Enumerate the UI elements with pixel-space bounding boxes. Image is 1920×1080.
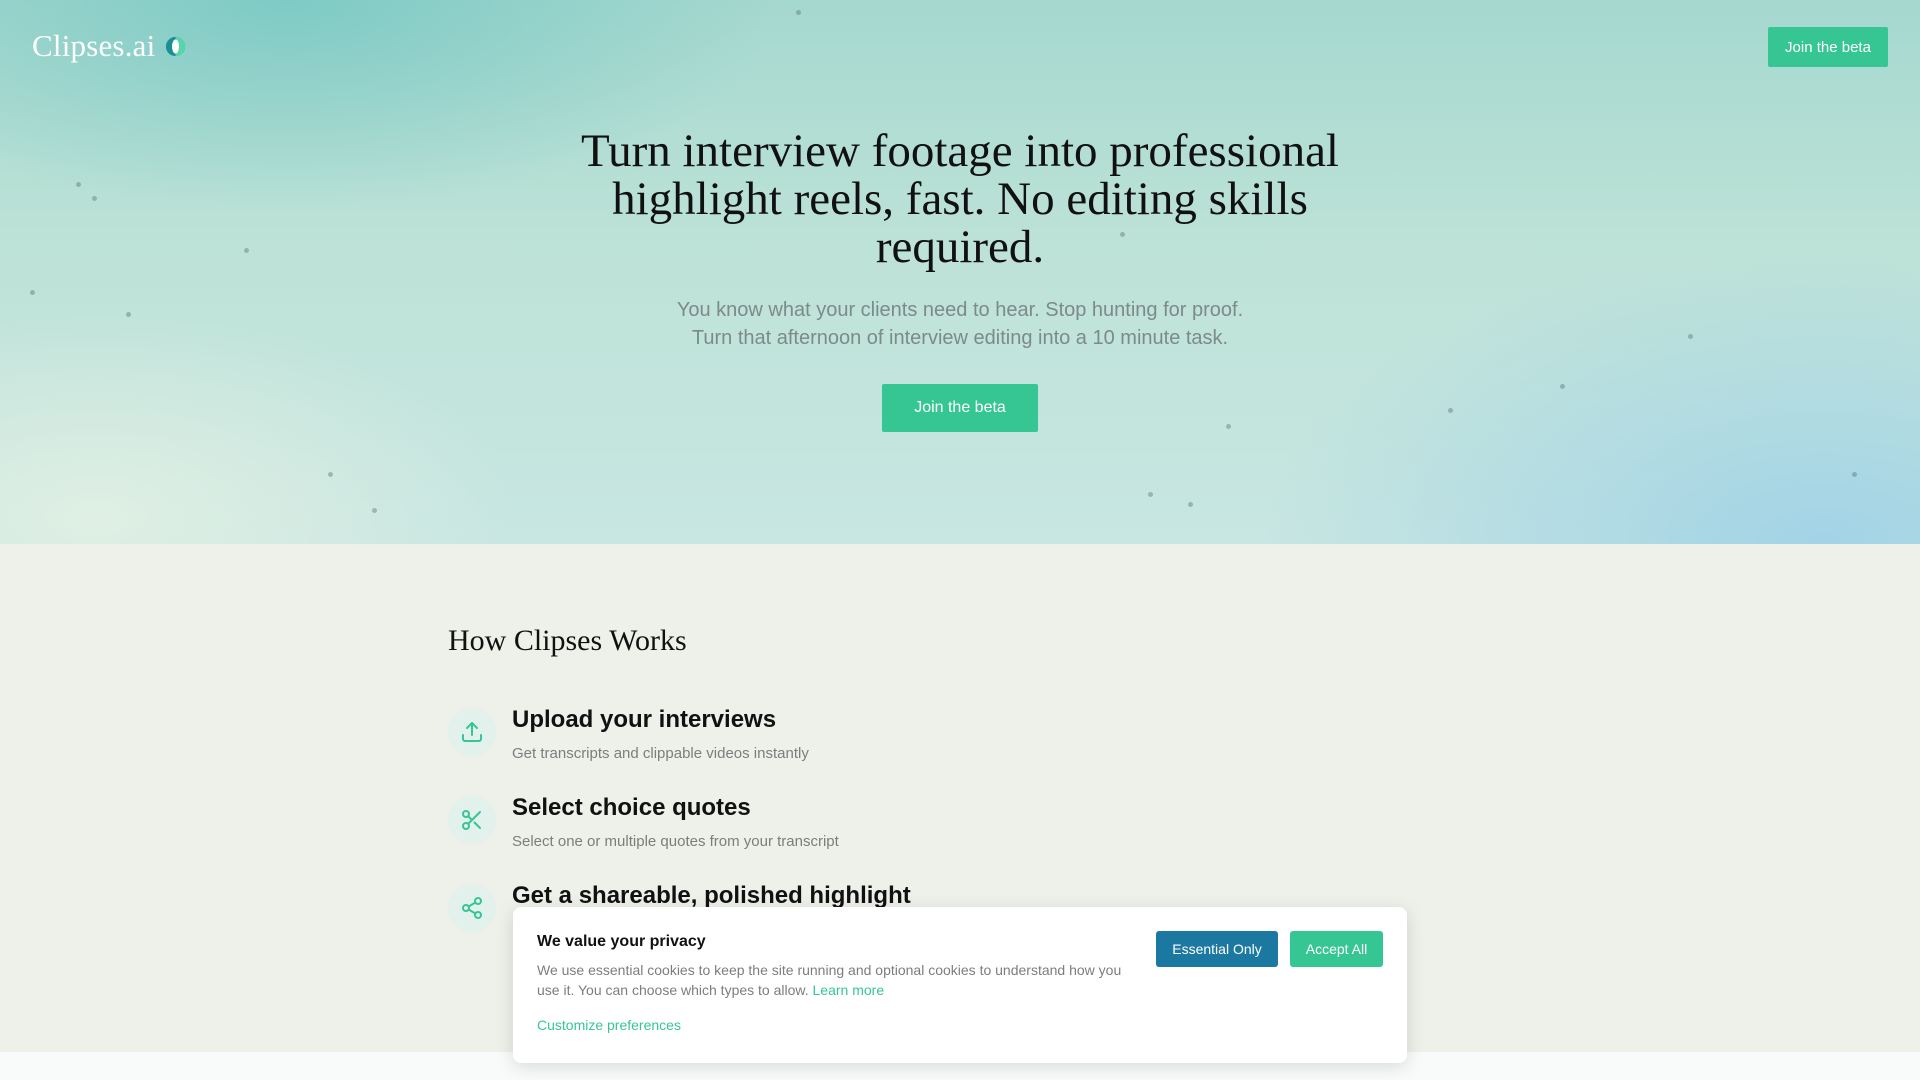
share-icon [448,884,496,932]
hero-speck [796,10,801,15]
hero-speck [126,312,131,317]
hero-subtitle: You know what your clients need to hear.… [560,296,1360,352]
hero-speck [1148,492,1153,497]
hero-subtitle-line-1: You know what your clients need to hear.… [676,299,1244,321]
accept-all-button[interactable]: Accept All [1290,931,1383,967]
step-upload: Upload your interviews Get transcripts a… [448,706,1348,778]
nav-join-beta-button[interactable]: Join the beta [1768,27,1888,67]
hero-join-beta-button[interactable]: Join the beta [882,384,1038,432]
step-title: Upload your interviews [512,706,777,733]
hero-speck [76,182,81,187]
cookie-consent-banner: We value your privacy We use essential c… [513,907,1407,1063]
scissors-icon [448,796,496,844]
hero-speck [328,472,333,477]
hero-subtitle-line-2: Turn that afternoon of interview editing… [691,327,1229,349]
hero-speck [1852,472,1857,477]
half-circle-logo-icon [166,36,186,56]
hero-speck [1448,408,1453,413]
learn-more-link[interactable]: Learn more [813,982,885,998]
cookie-description: We use essential cookies to keep the sit… [537,960,1127,1000]
essential-only-button[interactable]: Essential Only [1156,931,1278,967]
hero-speck [372,508,377,513]
step-title: Get a shareable, polished highlight [512,882,911,909]
upload-icon [448,708,496,756]
brand-name: Clipses.ai [32,28,156,63]
hero-speck [92,196,97,201]
hero-title: Turn interview footage into professional… [581,125,1339,273]
step-description: Get transcripts and clippable videos ins… [512,745,809,762]
how-it-works-title: How Clipses Works [448,624,687,657]
brand-logo[interactable]: Clipses.ai [32,28,186,64]
hero-speck [1560,384,1565,389]
step-title: Select choice quotes [512,794,751,821]
hero-speck [1688,334,1693,339]
step-select: Select choice quotes Select one or multi… [448,794,1348,866]
hero-speck [1188,502,1193,507]
cookie-title: We value your privacy [537,933,706,950]
hero-speck [244,248,249,253]
hero-speck [30,290,35,295]
hero-section: Clipses.ai Join the beta Turn interview … [0,0,1920,544]
step-description: Select one or multiple quotes from your … [512,833,839,850]
hero-speck [1226,424,1231,429]
customize-preferences-link[interactable]: Customize preferences [537,1017,681,1033]
